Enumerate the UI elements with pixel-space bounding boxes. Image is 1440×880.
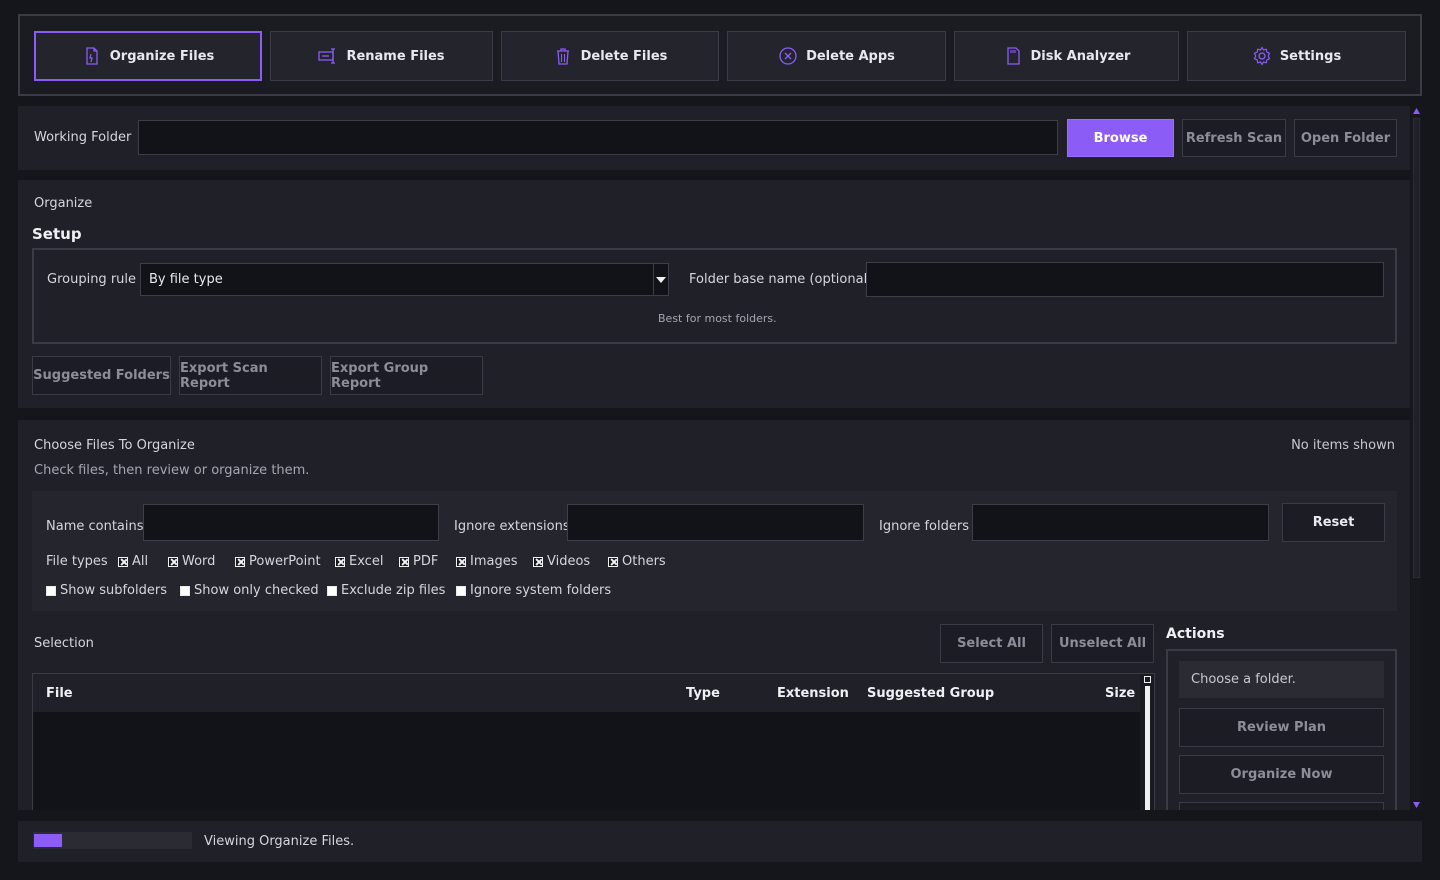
name-contains-label: Name contains <box>46 519 144 534</box>
tab-label: Rename Files <box>346 48 445 64</box>
tab-delete-apps[interactable]: Delete Apps <box>727 31 946 81</box>
review-plan-button[interactable]: Review Plan <box>1179 708 1384 747</box>
folder-base-input[interactable] <box>866 262 1384 297</box>
tab-rename-files[interactable]: Rename Files <box>270 31 493 81</box>
column-header-type[interactable]: Type <box>686 686 720 701</box>
filetype-videos-checkbox[interactable]: Videos <box>533 554 590 569</box>
unselect-all-button[interactable]: Unselect All <box>1051 624 1154 663</box>
open-folder-button[interactable]: Open Folder <box>1294 119 1397 157</box>
main-scroll-thumb[interactable] <box>1413 118 1420 578</box>
actions-status: Choose a folder. <box>1179 661 1384 698</box>
filetype-images-checkbox[interactable]: Images <box>456 554 518 569</box>
items-count: No items shown <box>1291 438 1395 453</box>
table-scrollbar[interactable] <box>1140 674 1154 810</box>
main-scrollbar[interactable] <box>1411 106 1422 810</box>
column-header-size[interactable]: Size <box>1105 686 1135 701</box>
file-types-label: File types <box>46 554 108 569</box>
suggested-folders-button[interactable]: Suggested Folders <box>32 356 171 395</box>
show-only-checked-checkbox[interactable]: Show only checked <box>180 583 319 598</box>
ignore-folders-input[interactable] <box>972 504 1269 541</box>
actions-more-button[interactable] <box>1179 802 1384 810</box>
organize-files-icon <box>86 47 98 65</box>
ignore-extensions-input[interactable] <box>567 504 864 541</box>
column-header-file[interactable]: File <box>46 686 73 701</box>
column-header-extension[interactable]: Extension <box>777 686 849 701</box>
ignore-extensions-label: Ignore extensions <box>454 519 570 534</box>
progress-fill <box>34 834 62 847</box>
filetype-pdf-checkbox[interactable]: PDF <box>399 554 438 569</box>
show-subfolders-checkbox[interactable]: Show subfolders <box>46 583 167 598</box>
sd-card-icon <box>1006 47 1020 65</box>
tab-disk-analyzer[interactable]: Disk Analyzer <box>954 31 1179 81</box>
gear-icon <box>1253 46 1271 66</box>
choose-files-title: Choose Files To Organize <box>34 438 195 453</box>
actions-title: Actions <box>1166 626 1225 642</box>
filetype-all-checkbox[interactable]: All <box>118 554 148 569</box>
export-group-report-button[interactable]: Export Group Report <box>330 356 483 395</box>
grouping-rule-label: Grouping rule <box>47 272 137 287</box>
folder-base-label: Folder base name (optional) <box>689 272 873 287</box>
filetype-powerpoint-checkbox[interactable]: PowerPoint <box>235 554 321 569</box>
working-folder-input[interactable] <box>138 120 1058 155</box>
organize-section-label: Organize <box>34 196 93 211</box>
filetype-word-checkbox[interactable]: Word <box>168 554 215 569</box>
table-scroll-thumb[interactable] <box>1145 686 1150 810</box>
organize-now-button[interactable]: Organize Now <box>1179 755 1384 794</box>
tab-label: Delete Apps <box>806 48 895 64</box>
trash-icon <box>556 48 569 65</box>
reset-button[interactable]: Reset <box>1282 503 1385 542</box>
filetype-others-checkbox[interactable]: Others <box>608 554 666 569</box>
tab-delete-files[interactable]: Delete Files <box>501 31 719 81</box>
grouping-rule-select[interactable]: By file type <box>140 263 669 296</box>
circle-x-icon <box>779 47 797 65</box>
rename-icon <box>318 48 336 64</box>
tab-label: Organize Files <box>109 48 215 64</box>
select-all-button[interactable]: Select All <box>940 624 1043 663</box>
chevron-down-icon[interactable] <box>653 264 668 295</box>
name-contains-input[interactable] <box>143 504 439 541</box>
ignore-folders-label: Ignore folders <box>879 519 969 534</box>
browse-button[interactable]: Browse <box>1067 119 1174 157</box>
ignore-system-folders-checkbox[interactable]: Ignore system folders <box>456 583 611 598</box>
tab-label: Delete Files <box>580 48 668 64</box>
tab-label: Settings <box>1279 48 1342 64</box>
exclude-zip-checkbox[interactable]: Exclude zip files <box>327 583 445 598</box>
column-header-suggested-group[interactable]: Suggested Group <box>867 686 994 701</box>
refresh-scan-button[interactable]: Refresh Scan <box>1182 119 1286 157</box>
status-text: Viewing Organize Files. <box>204 834 355 849</box>
tab-organize-files[interactable]: Organize Files <box>34 31 262 81</box>
selection-label: Selection <box>34 636 94 651</box>
choose-files-subtitle: Check files, then review or organize the… <box>34 463 310 478</box>
export-scan-report-button[interactable]: Export Scan Report <box>179 356 322 395</box>
progress-bar <box>33 832 192 849</box>
working-folder-label: Working Folder <box>34 130 132 145</box>
grouping-hint: Best for most folders. <box>658 312 777 325</box>
setup-title: Setup <box>32 225 82 243</box>
filetype-excel-checkbox[interactable]: Excel <box>335 554 383 569</box>
tab-settings[interactable]: Settings <box>1187 31 1406 81</box>
tab-label: Disk Analyzer <box>1030 48 1131 64</box>
main-nav: Organize Files Rename Files Delete Files… <box>18 14 1422 96</box>
grouping-rule-value: By file type <box>149 272 223 287</box>
